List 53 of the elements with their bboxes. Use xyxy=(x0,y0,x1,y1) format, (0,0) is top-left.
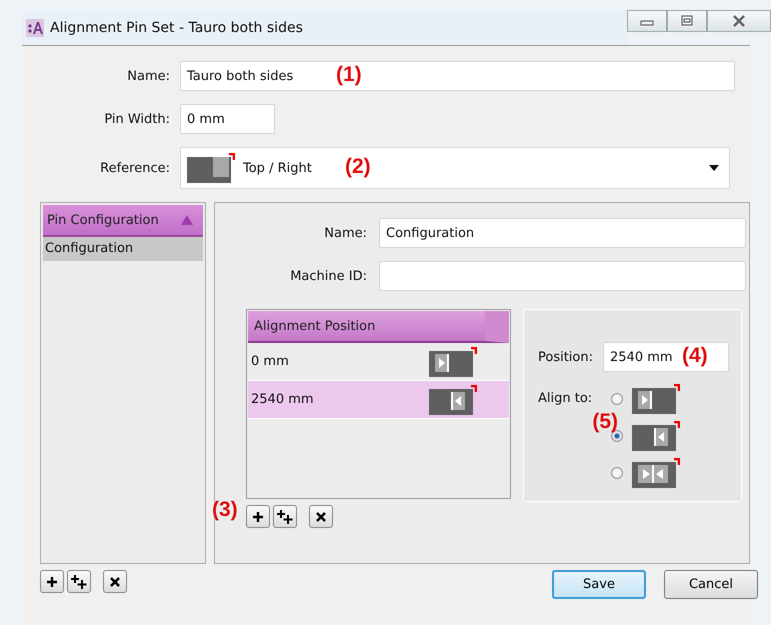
pin-alignment-icon xyxy=(632,420,680,450)
field-label: Position: xyxy=(538,350,593,364)
annotation-label: (1) xyxy=(336,63,362,87)
field-label: Pin Width: xyxy=(103,112,170,126)
annotation-label: (5) xyxy=(592,410,618,434)
field-label: Name: xyxy=(323,226,367,240)
pin-alignment-icon xyxy=(632,458,680,488)
table-row[interactable]: 2540 mm xyxy=(248,381,509,419)
minimize-button[interactable] xyxy=(627,10,667,32)
app-logo-icon xyxy=(26,18,44,36)
radio-button[interactable] xyxy=(611,392,623,404)
pin-alignment-icon xyxy=(429,346,477,376)
list-item[interactable]: Configuration xyxy=(43,237,203,261)
plus-icon xyxy=(252,510,264,522)
dialog-button[interactable]: Save xyxy=(552,570,646,599)
double-plus-icon xyxy=(277,510,293,524)
add-button[interactable] xyxy=(40,570,64,593)
restore-icon xyxy=(680,15,694,27)
field-label: Reference: xyxy=(99,160,170,176)
pin-alignment-icon xyxy=(429,384,477,414)
reference-edge-icon xyxy=(187,153,235,183)
annotation-label: (2) xyxy=(345,155,371,179)
annotation-label: (3) xyxy=(212,498,238,522)
annotation-label: (4) xyxy=(682,344,708,368)
radio-button[interactable] xyxy=(611,466,623,478)
close-button[interactable] xyxy=(707,10,771,32)
table-cell: 0 mm xyxy=(251,354,289,369)
maximize-button[interactable] xyxy=(667,10,707,32)
plus-icon xyxy=(46,576,58,588)
field-label: Name: xyxy=(126,68,170,84)
pin-alignment-icon xyxy=(632,384,680,414)
column-header[interactable]: Pin Configuration xyxy=(43,205,203,237)
pin-width-field[interactable]: 0 mm xyxy=(180,104,275,134)
delete-button[interactable] xyxy=(103,570,127,593)
field-label: Machine ID: xyxy=(289,268,367,284)
close-icon xyxy=(110,576,120,586)
add-multiple-button[interactable] xyxy=(67,570,91,593)
column-header[interactable]: Alignment Position xyxy=(248,311,509,343)
machine-id-field[interactable] xyxy=(379,261,746,291)
sort-up-icon xyxy=(181,215,193,225)
configuration-name-field[interactable]: Configuration xyxy=(379,218,746,248)
position-field[interactable]: 2540 mm (4) xyxy=(603,342,729,372)
delete-button[interactable] xyxy=(309,505,333,528)
add-button[interactable] xyxy=(246,505,270,528)
close-icon xyxy=(731,15,747,27)
window-title: Alignment Pin Set - Tauro both sides xyxy=(50,20,303,36)
close-icon xyxy=(316,512,326,522)
dropdown-arrow-icon xyxy=(709,165,719,171)
add-multiple-button[interactable] xyxy=(273,505,297,528)
double-plus-icon xyxy=(71,574,87,588)
table-cell: 2540 mm xyxy=(251,392,314,407)
field-label: Align to: xyxy=(538,391,594,406)
dialog-button[interactable]: Cancel xyxy=(664,570,758,599)
